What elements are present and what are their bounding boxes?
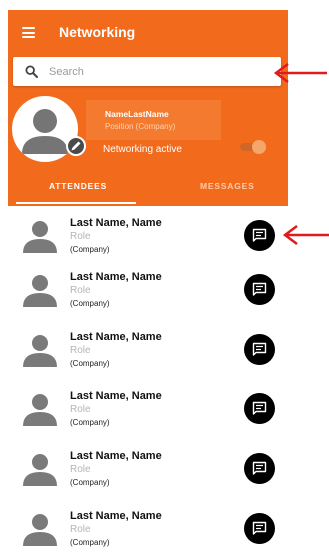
attendee-name: Last Name, Name [70, 331, 162, 343]
attendee-role: Role [70, 464, 91, 475]
chat-icon [252, 282, 267, 296]
attendee-role: Role [70, 345, 91, 356]
chat-button[interactable] [244, 220, 275, 251]
profile-name: NameLastName [105, 109, 169, 119]
attendee-role: Role [70, 524, 91, 535]
attendee-company: (Company) [70, 538, 110, 547]
chat-button[interactable] [244, 334, 275, 365]
chat-icon [252, 401, 267, 415]
attendee-company: (Company) [70, 299, 110, 308]
attendee-name: Last Name, Name [70, 390, 162, 402]
attendee-name: Last Name, Name [70, 217, 162, 229]
profile-position: Position (Company) [105, 122, 176, 131]
chat-icon [252, 461, 267, 475]
attendee-role: Role [70, 404, 91, 415]
page-title: Networking [59, 24, 136, 40]
header: Networking NameLastName Position (Compan… [8, 10, 288, 206]
list-item[interactable]: Last Name, Name Role (Company) [0, 441, 329, 497]
chat-button[interactable] [244, 274, 275, 305]
chat-icon [252, 228, 267, 242]
avatar-icon [23, 454, 57, 486]
list-item[interactable]: Last Name, Name Role (Company) [0, 501, 329, 552]
chat-icon [252, 521, 267, 535]
attendee-name: Last Name, Name [70, 450, 162, 462]
attendee-name: Last Name, Name [70, 271, 162, 283]
profile-info: NameLastName Position (Company) [86, 100, 221, 140]
list-item[interactable]: Last Name, Name Role (Company) [0, 322, 329, 378]
tab-attendees[interactable]: ATTENDEES [49, 181, 107, 191]
list-item[interactable]: Last Name, Name Role (Company) [0, 208, 329, 264]
attendee-name: Last Name, Name [70, 510, 162, 522]
toggle-knob [252, 140, 266, 154]
attendee-company: (Company) [70, 359, 110, 368]
attendee-company: (Company) [70, 245, 110, 254]
chat-button[interactable] [244, 453, 275, 484]
edit-icon [71, 141, 81, 151]
avatar-icon [23, 335, 57, 367]
attendee-company: (Company) [70, 418, 110, 427]
edit-profile-button[interactable] [66, 136, 86, 156]
active-tab-indicator [16, 202, 136, 204]
networking-toggle[interactable] [240, 140, 266, 154]
list-item[interactable]: Last Name, Name Role (Company) [0, 262, 329, 318]
search-icon [25, 65, 38, 78]
attendee-role: Role [70, 231, 91, 242]
avatar-icon [23, 394, 57, 426]
chat-icon [252, 342, 267, 356]
chat-button[interactable] [244, 393, 275, 424]
list-item[interactable]: Last Name, Name Role (Company) [0, 381, 329, 437]
chat-button[interactable] [244, 513, 275, 544]
attendee-company: (Company) [70, 478, 110, 487]
annotation-arrow-search [273, 63, 327, 83]
networking-status-label: Networking active [103, 144, 182, 155]
avatar-icon [23, 275, 57, 307]
search-box[interactable] [13, 57, 281, 86]
attendee-role: Role [70, 285, 91, 296]
avatar-icon [23, 221, 57, 253]
avatar-icon [23, 514, 57, 546]
menu-icon[interactable] [22, 27, 35, 38]
search-input[interactable] [49, 62, 269, 81]
tab-messages[interactable]: MESSAGES [200, 181, 255, 191]
